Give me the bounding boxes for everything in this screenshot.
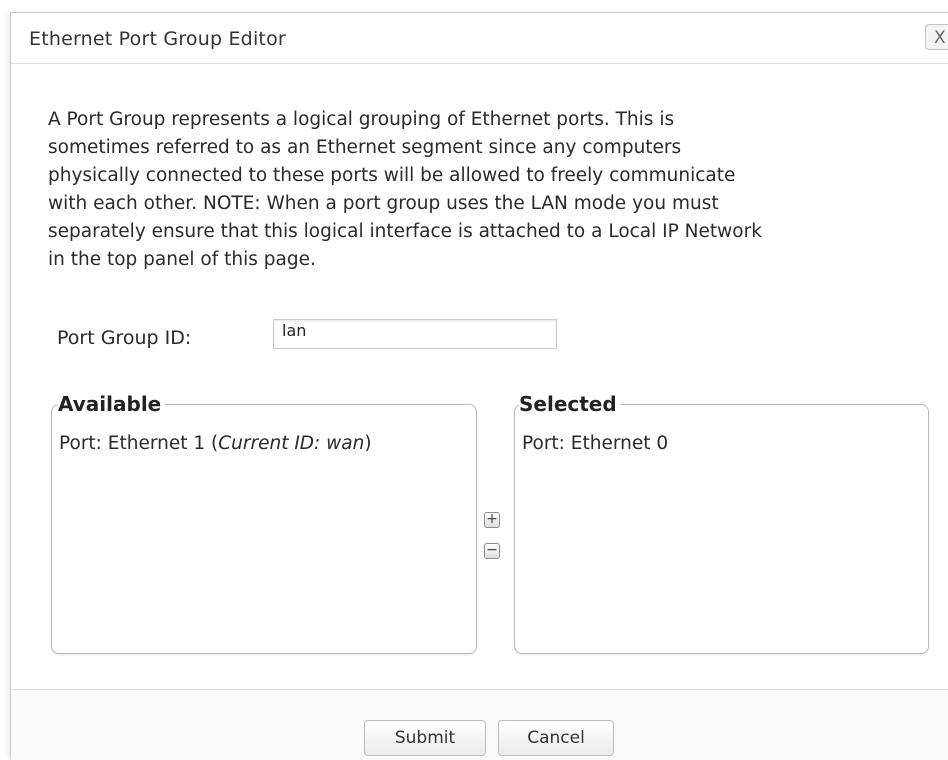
close-button[interactable]: X xyxy=(925,24,948,50)
dialog-titlebar: Ethernet Port Group Editor X xyxy=(11,13,948,64)
cancel-button[interactable]: Cancel xyxy=(498,720,614,756)
selected-legend: Selected xyxy=(519,392,621,416)
description-text: A Port Group represents a logical groupi… xyxy=(48,109,762,270)
dialog-footer: Submit Cancel xyxy=(11,689,948,760)
list-item-label: Port: Ethernet 0 xyxy=(522,433,669,454)
available-ports-list[interactable]: Available Port: Ethernet 1 (Current ID: … xyxy=(51,392,477,654)
remove-port-button[interactable]: − xyxy=(484,543,500,559)
submit-button[interactable]: Submit xyxy=(364,720,486,756)
close-icon: X xyxy=(934,28,946,48)
available-legend: Available xyxy=(58,392,166,416)
current-id-note: Current ID: wan xyxy=(218,433,365,454)
add-port-button[interactable]: + xyxy=(484,512,500,528)
list-item-label: Port: Ethernet 1 ( xyxy=(59,433,219,454)
port-group-editor-dialog: Ethernet Port Group Editor X A Port Grou… xyxy=(10,12,948,760)
port-group-id-input[interactable] xyxy=(273,319,557,349)
selected-ports-list[interactable]: Selected Port: Ethernet 0 xyxy=(514,392,929,654)
port-group-id-label: Port Group ID: xyxy=(57,327,192,349)
list-item-ethernet-0[interactable]: Port: Ethernet 0 xyxy=(522,433,668,454)
list-item-ethernet-1[interactable]: Port: Ethernet 1 (Current ID: wan) xyxy=(59,433,372,454)
list-item-suffix: ) xyxy=(364,433,372,454)
plus-icon: + xyxy=(486,511,498,527)
dialog-title: Ethernet Port Group Editor xyxy=(29,28,286,50)
minus-icon: − xyxy=(486,542,498,558)
